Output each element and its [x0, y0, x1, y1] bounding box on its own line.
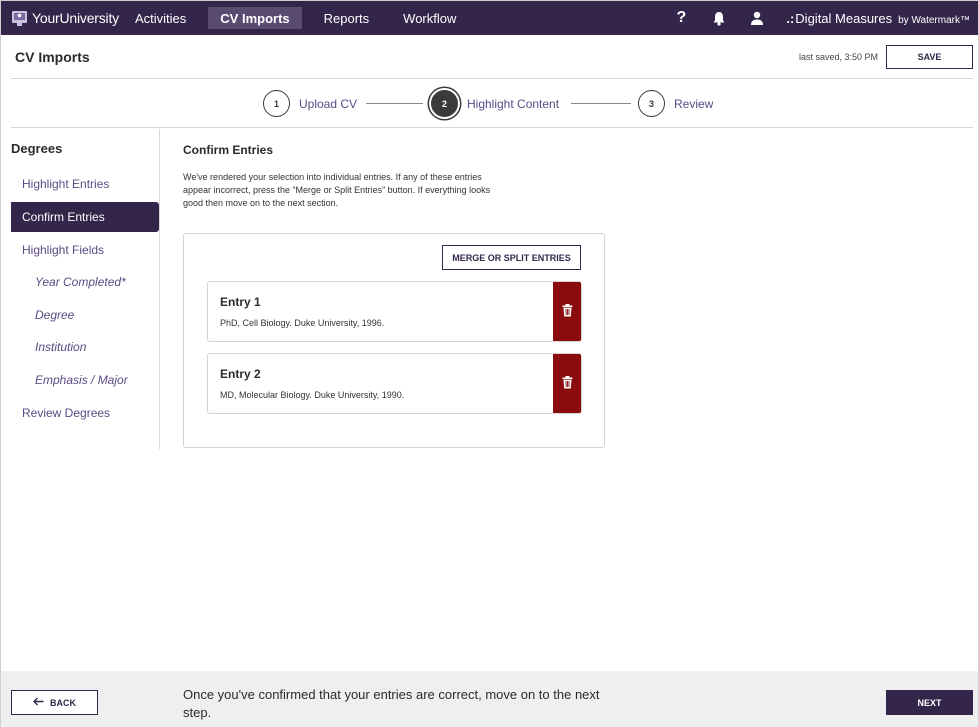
entry-detail: MD, Molecular Biology. Duke University, … — [220, 390, 405, 400]
sidebar-item-year-completed[interactable]: Year Completed* — [11, 267, 159, 297]
footer-message: Once you've confirmed that your entries … — [183, 687, 600, 720]
sidebar-item-institution[interactable]: Institution — [11, 332, 159, 362]
top-navigation-bar: YourUniversity Activities CV Imports Rep… — [1, 1, 978, 35]
entry-name: Entry 1 — [220, 295, 261, 309]
nav-cv-imports[interactable]: CV Imports — [208, 7, 302, 29]
vendor-name: Digital Measures — [795, 10, 893, 26]
arrow-left-icon — [33, 697, 44, 709]
step-number: 1 — [263, 90, 290, 117]
progress-stepper: 1 Upload CV 2 Highlight Content 3 Review — [11, 79, 973, 128]
sidebar-item-emphasis-major[interactable]: Emphasis / Major — [11, 365, 159, 395]
sidebar-item-confirm-entries[interactable]: Confirm Entries — [11, 202, 159, 232]
user-icon[interactable] — [748, 9, 766, 27]
university-logo-icon — [11, 10, 28, 27]
nav-activities[interactable]: Activities — [123, 7, 198, 29]
vendor-byline: by Watermark™ — [898, 14, 970, 26]
sidebar-item-highlight-entries[interactable]: Highlight Entries — [11, 169, 159, 199]
section-description: We've rendered your selection into indiv… — [183, 172, 491, 208]
save-button[interactable]: SAVE — [886, 45, 973, 69]
entry-detail: PhD, Cell Biology. Duke University, 1996… — [220, 318, 385, 328]
step-label[interactable]: Highlight Content — [467, 97, 559, 111]
nav-reports[interactable]: Reports — [312, 7, 382, 29]
sidebar-title: Degrees — [11, 141, 63, 156]
brand[interactable]: YourUniversity — [1, 1, 123, 35]
digital-measures-logo: .: Digital Measures by Watermark™ — [786, 11, 970, 26]
page-header: CV Imports last saved, 3:50 PM SAVE — [11, 35, 973, 79]
step-connector — [571, 103, 631, 104]
entry-name: Entry 2 — [220, 367, 261, 381]
delete-entry-button[interactable] — [553, 354, 581, 413]
brand-name: YourUniversity — [32, 10, 119, 26]
entries-panel: MERGE OR SPLIT ENTRIES Entry 1 PhD, Cell… — [183, 233, 605, 448]
step-number: 2 — [431, 90, 458, 117]
step-upload-cv[interactable]: 1 Upload CV — [263, 90, 357, 117]
last-saved-status: last saved, 3:50 PM — [798, 52, 878, 62]
vendor-logo-dots: .: — [786, 10, 795, 26]
sidebar-item-review-degrees[interactable]: Review Degrees — [11, 398, 159, 428]
next-button[interactable]: NEXT — [886, 690, 973, 715]
section-title: Confirm Entries — [183, 143, 274, 157]
footer-bar: BACK Once you've confirmed that your ent… — [1, 671, 978, 727]
step-connector — [366, 103, 423, 104]
step-highlight-content[interactable]: 2 Highlight Content — [431, 90, 559, 117]
page-title: CV Imports — [15, 49, 90, 65]
bell-icon[interactable] — [710, 9, 728, 27]
back-label: BACK — [50, 697, 76, 708]
step-number: 3 — [638, 90, 665, 117]
sidebar-item-highlight-fields[interactable]: Highlight Fields — [11, 235, 159, 265]
entry-card: Entry 1 PhD, Cell Biology. Duke Universi… — [207, 281, 582, 342]
trash-icon — [562, 303, 573, 322]
help-icon[interactable]: ? — [672, 9, 690, 27]
trash-icon — [562, 375, 573, 394]
step-review[interactable]: 3 Review — [638, 90, 713, 117]
sidebar: Degrees Highlight Entries Confirm Entrie… — [11, 129, 160, 449]
nav-workflow[interactable]: Workflow — [391, 7, 468, 29]
entry-card: Entry 2 MD, Molecular Biology. Duke Univ… — [207, 353, 582, 414]
help-glyph: ? — [676, 9, 687, 26]
back-button[interactable]: BACK — [11, 690, 98, 715]
merge-split-entries-button[interactable]: MERGE OR SPLIT ENTRIES — [442, 245, 581, 270]
sidebar-item-degree[interactable]: Degree — [11, 300, 159, 330]
nav-utilities: ? .: Digital Measures by Watermark™ — [672, 1, 978, 35]
delete-entry-button[interactable] — [553, 282, 581, 341]
step-label[interactable]: Review — [674, 97, 713, 111]
step-label[interactable]: Upload CV — [299, 97, 357, 111]
